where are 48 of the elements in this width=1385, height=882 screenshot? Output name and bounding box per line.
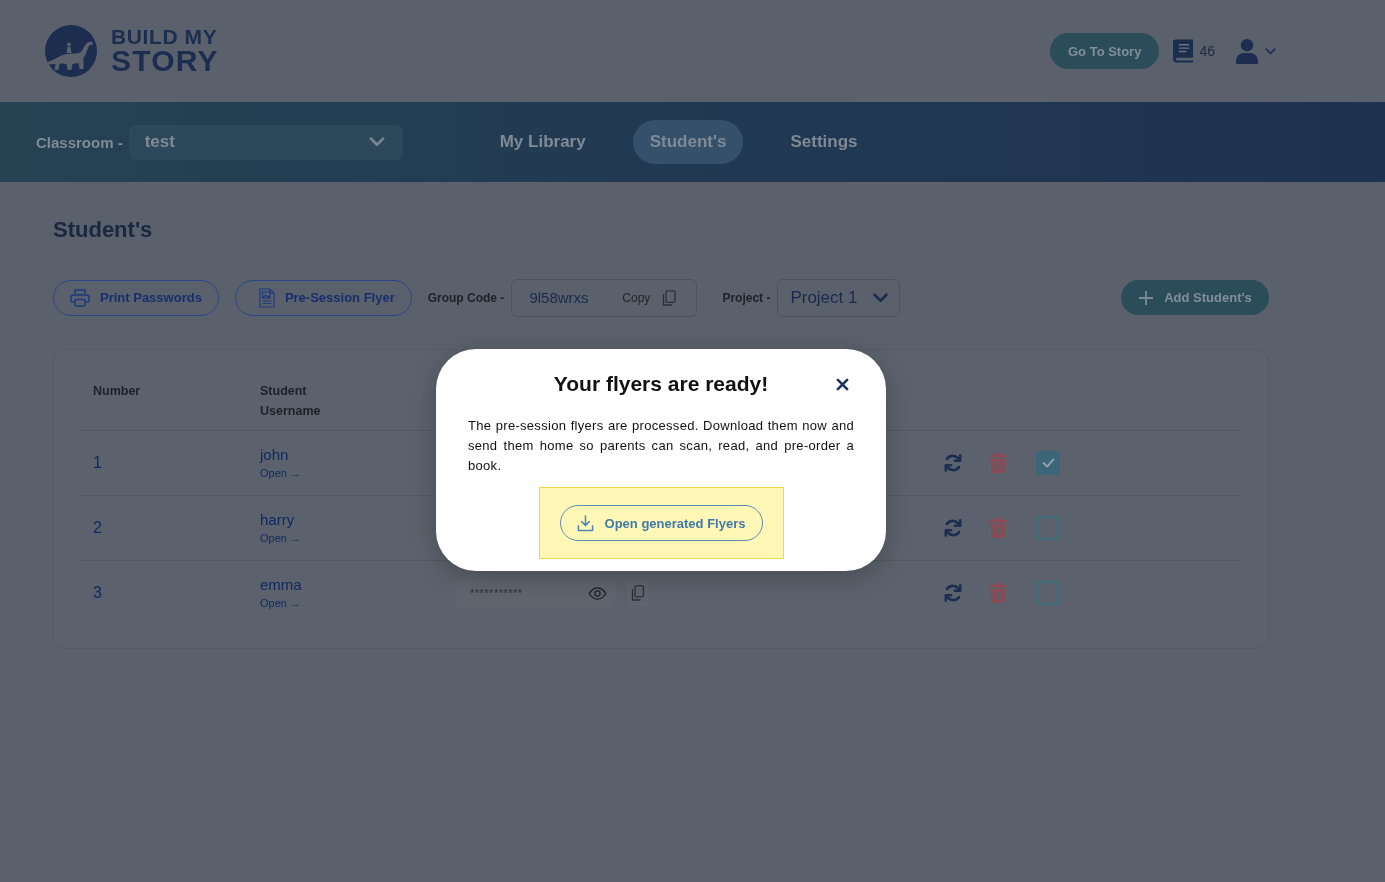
logo-text: BUILD MY STORY — [111, 26, 219, 76]
eye-icon[interactable] — [588, 586, 607, 600]
row-number: 1 — [93, 454, 102, 472]
copy-icon — [662, 289, 677, 306]
username[interactable]: harry — [260, 511, 295, 529]
nav-tab[interactable]: Student's — [632, 120, 744, 164]
chevron-down-icon — [368, 137, 385, 147]
group-code-label: Group Code - — [427, 290, 505, 305]
printer-icon — [70, 288, 90, 307]
document-image-icon — [258, 287, 275, 308]
book-count: 46 — [1199, 43, 1215, 59]
classroom-label: Classroom - — [36, 133, 123, 151]
group-code-field[interactable]: 9l58wrxs Copy — [511, 278, 698, 317]
plus-icon — [1138, 289, 1155, 306]
open-link[interactable]: Open → — [260, 597, 301, 610]
user-icon[interactable] — [1236, 38, 1258, 64]
username[interactable]: john — [260, 446, 289, 464]
add-students-button[interactable]: Add Student's — [1121, 280, 1269, 315]
column-header: Number — [92, 383, 141, 400]
project-label: Project - — [722, 290, 771, 305]
open-link[interactable]: Open → — [260, 532, 301, 545]
download-icon — [576, 514, 594, 532]
row-checkbox[interactable] — [1036, 581, 1060, 605]
row-number: 2 — [93, 519, 102, 537]
row-number: 3 — [93, 584, 102, 602]
refresh-icon[interactable] — [943, 453, 963, 473]
project-select[interactable]: Project 1 — [777, 278, 901, 317]
nav-tab[interactable]: Settings — [773, 120, 875, 164]
refresh-icon[interactable] — [943, 583, 963, 603]
row-checkbox[interactable] — [1036, 516, 1060, 540]
username[interactable]: emma — [260, 576, 302, 594]
row-checkbox[interactable] — [1036, 451, 1060, 475]
nav-tab[interactable]: My Library — [482, 120, 603, 164]
column-header: Student Username — [260, 383, 322, 420]
chevron-down-icon[interactable] — [1265, 47, 1276, 55]
check-icon — [1041, 458, 1055, 468]
refresh-icon[interactable] — [943, 518, 963, 538]
book-icon[interactable] — [1173, 39, 1195, 63]
dialog-message: The pre-session flyers are processed. Download them now and send them home so parents can scan, read, and pre-order a book. — [468, 417, 854, 475]
go-to-story-button[interactable]: Go To Story — [1050, 33, 1160, 69]
page-title: Student's — [53, 217, 154, 243]
chevron-down-icon — [873, 292, 889, 303]
dinosaur-logo-icon[interactable] — [45, 25, 97, 77]
classroom-select[interactable]: test — [128, 124, 403, 160]
copy-button[interactable]: Copy — [622, 289, 677, 306]
open-link[interactable]: Open → — [260, 467, 301, 480]
close-icon[interactable] — [836, 377, 849, 391]
dialog-title: Your flyers are ready! — [553, 371, 769, 397]
